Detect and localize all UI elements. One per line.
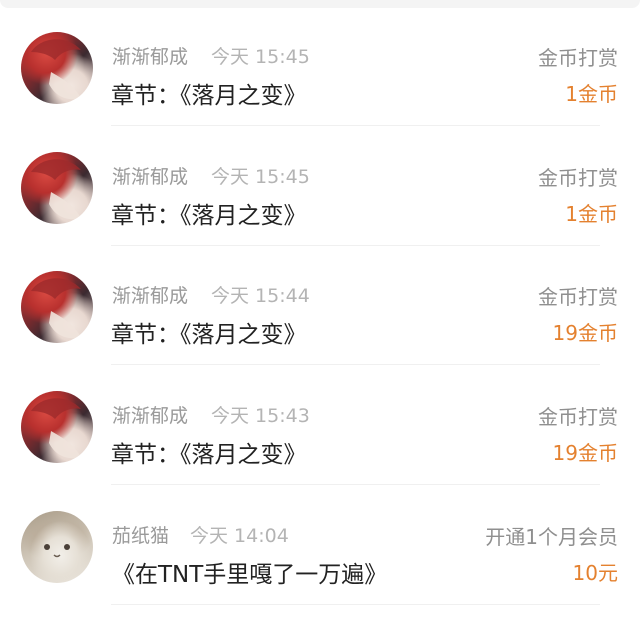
user-name[interactable]: 渐渐郁成 bbox=[112, 401, 188, 428]
reward-type: 金币打赏 bbox=[538, 285, 618, 309]
chapter-title: 章节：《落月之变》 bbox=[111, 322, 307, 348]
user-name[interactable]: 茄纸猫 bbox=[112, 521, 169, 548]
list-item[interactable]: 渐渐郁成 今天 15:44 章节：《落月之变》 金币打赏 19金币 bbox=[0, 245, 640, 365]
reward-amount: 19金币 bbox=[552, 321, 618, 345]
avatar[interactable] bbox=[21, 511, 93, 583]
red-hair-character-icon bbox=[31, 398, 81, 459]
user-name[interactable]: 渐渐郁成 bbox=[112, 162, 188, 189]
reward-type: 金币打赏 bbox=[538, 46, 618, 70]
cat-icon bbox=[44, 544, 70, 558]
divider bbox=[111, 604, 600, 605]
list-item[interactable]: 渐渐郁成 今天 15:43 章节：《落月之变》 金币打赏 19金币 bbox=[0, 365, 640, 485]
reward-type: 金币打赏 bbox=[538, 166, 618, 190]
avatar[interactable] bbox=[21, 271, 93, 343]
timestamp: 今天 14:04 bbox=[190, 525, 289, 547]
book-title: 《在TNT手里嘎了一万遍》 bbox=[112, 562, 388, 588]
reward-amount: 19金币 bbox=[552, 441, 618, 465]
user-name[interactable]: 渐渐郁成 bbox=[112, 42, 188, 69]
chapter-title: 章节：《落月之变》 bbox=[111, 203, 307, 229]
red-hair-character-icon bbox=[31, 159, 81, 220]
avatar[interactable] bbox=[21, 152, 93, 224]
timestamp: 今天 15:45 bbox=[211, 166, 310, 188]
reward-amount: 1金币 bbox=[565, 202, 618, 226]
red-hair-character-icon bbox=[31, 39, 81, 100]
timestamp: 今天 15:44 bbox=[211, 285, 310, 307]
user-name[interactable]: 渐渐郁成 bbox=[112, 281, 188, 308]
reward-type: 开通1个月会员 bbox=[485, 525, 618, 549]
list-item[interactable]: 茄纸猫 今天 14:04 《在TNT手里嘎了一万遍》 开通1个月会员 10元 bbox=[0, 485, 640, 605]
avatar[interactable] bbox=[21, 391, 93, 463]
reward-amount: 10元 bbox=[572, 561, 618, 585]
chapter-title: 章节：《落月之变》 bbox=[111, 442, 307, 468]
reward-type: 金币打赏 bbox=[538, 405, 618, 429]
list-item[interactable]: 渐渐郁成 今天 15:45 章节：《落月之变》 金币打赏 1金币 bbox=[0, 126, 640, 246]
list-item[interactable]: 渐渐郁成 今天 15:45 章节：《落月之变》 金币打赏 1金币 bbox=[0, 6, 640, 126]
timestamp: 今天 15:45 bbox=[211, 46, 310, 68]
chapter-title: 章节：《落月之变》 bbox=[111, 83, 307, 109]
avatar[interactable] bbox=[21, 32, 93, 104]
reward-amount: 1金币 bbox=[565, 82, 618, 106]
timestamp: 今天 15:43 bbox=[211, 405, 310, 427]
red-hair-character-icon bbox=[31, 278, 81, 339]
